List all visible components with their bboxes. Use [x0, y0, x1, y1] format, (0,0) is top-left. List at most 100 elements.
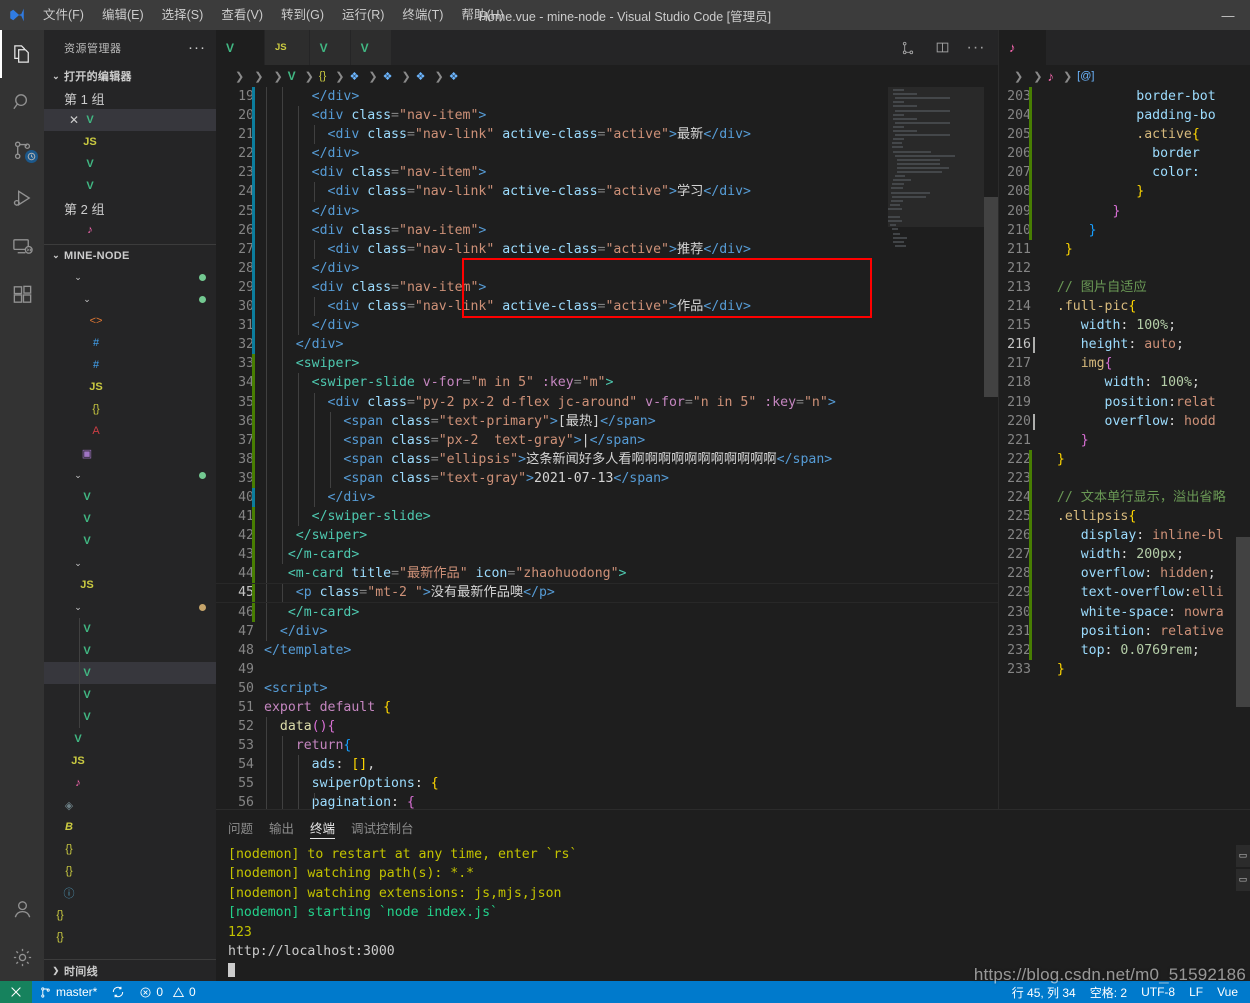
minimize-button[interactable]: —	[1206, 0, 1250, 30]
tree-folder[interactable]: ⌄	[44, 266, 216, 288]
minimap-group-1[interactable]	[888, 87, 984, 809]
tree-file[interactable]: ◈	[44, 794, 216, 816]
tree-file[interactable]: A	[44, 420, 216, 442]
settings-gear-icon[interactable]	[0, 933, 44, 981]
open-editor-item[interactable]: V	[44, 175, 216, 197]
tree-file[interactable]: V	[44, 508, 216, 530]
menu-item-4[interactable]: 转到(G)	[272, 0, 333, 30]
code-lines-2[interactable]: border-bot padding-bo .active{ border co…	[1029, 87, 1250, 809]
split-editor-icon[interactable]	[928, 30, 956, 65]
code-line[interactable]: overflow: hidden;	[1029, 564, 1250, 584]
tree-file[interactable]: #	[44, 354, 216, 376]
project-root-header[interactable]: ⌄ MINE-NODE	[44, 244, 216, 266]
code-line[interactable]: .active{	[1029, 125, 1250, 145]
eol-status[interactable]: LF	[1182, 981, 1210, 1003]
code-line[interactable]: .full-pic{	[1041, 297, 1250, 316]
breadcrumb-item[interactable]: V	[288, 69, 300, 83]
explorer-more-icon[interactable]: ···	[188, 40, 206, 55]
git-branch-status[interactable]: master*	[32, 981, 104, 1003]
terminal-output[interactable]: [nodemon] to restart at any time, enter …	[216, 845, 1250, 982]
code-line[interactable]: position:relat	[1041, 393, 1250, 412]
tree-file[interactable]: {}	[44, 926, 216, 948]
menu-item-0[interactable]: 文件(F)	[34, 0, 93, 30]
panel-tab[interactable]: 输出	[269, 810, 294, 845]
tree-file[interactable]: V	[44, 486, 216, 508]
menu-item-2[interactable]: 选择(S)	[153, 0, 213, 30]
code-line[interactable]: }	[1041, 240, 1250, 259]
editor-tab[interactable]: V	[350, 30, 392, 65]
open-changes-icon[interactable]	[894, 30, 922, 65]
breadcrumb-item[interactable]: ♪	[1047, 69, 1058, 84]
tree-file[interactable]: {}	[44, 860, 216, 882]
tree-file[interactable]: {}	[44, 904, 216, 926]
open-editor-item[interactable]: ♪	[44, 219, 216, 241]
breadcrumb-group-2[interactable]: ❯ ❯ ♪ ❯ [@]	[999, 65, 1250, 87]
tree-file[interactable]: V	[44, 684, 216, 706]
open-editors-group-2[interactable]: 第 2 组	[44, 197, 216, 219]
editor-tab[interactable]: V	[216, 30, 266, 65]
breadcrumb-item[interactable]: ❖	[349, 70, 363, 83]
code-line[interactable]	[1029, 468, 1250, 488]
tree-file[interactable]: JS	[44, 376, 216, 398]
tree-file[interactable]: #	[44, 332, 216, 354]
source-control-icon[interactable]	[0, 126, 44, 174]
search-icon[interactable]	[0, 78, 44, 126]
tree-file[interactable]: JS	[44, 750, 216, 772]
code-line[interactable]: padding-bo	[1029, 106, 1250, 126]
breadcrumb-item[interactable]: ❖	[416, 70, 430, 83]
open-editors-header[interactable]: ⌄ 打开的编辑器	[44, 65, 216, 87]
code-line[interactable]: img{	[1041, 354, 1250, 373]
panel-scrollbar[interactable]: ▭ ▭	[1236, 844, 1250, 891]
code-line[interactable]: }	[1041, 660, 1250, 679]
panel-tab[interactable]: 问题	[228, 810, 253, 845]
code-line[interactable]: top: 0.0769rem;	[1029, 640, 1250, 660]
editor-tab[interactable]: JS	[265, 30, 310, 65]
code-line[interactable]: width: 200px;	[1029, 545, 1250, 565]
code-line[interactable]: overflow: hodd	[1033, 412, 1250, 431]
code-line[interactable]: color:	[1029, 163, 1250, 183]
open-editor-item[interactable]: V	[44, 153, 216, 175]
timeline-header[interactable]: ❯ 时间线	[44, 959, 216, 981]
breadcrumb-item[interactable]: ❖	[449, 70, 463, 83]
code-line[interactable]: // 文本单行显示，溢出省略	[1029, 487, 1250, 508]
terminal-tab-2-icon[interactable]: ▭	[1236, 868, 1250, 891]
tree-folder[interactable]: ⌄	[44, 288, 216, 310]
breadcrumb-item[interactable]: {}	[319, 70, 330, 82]
remote-explorer-icon[interactable]	[0, 222, 44, 270]
tree-folder[interactable]: ⌄	[44, 464, 216, 486]
code-line[interactable]	[1041, 259, 1250, 278]
tree-file[interactable]: ♪	[44, 772, 216, 794]
tree-file[interactable]: V	[44, 662, 216, 684]
code-line[interactable]: }	[1029, 201, 1250, 221]
open-editors-group-1[interactable]: 第 1 组	[44, 87, 216, 109]
explorer-icon[interactable]	[0, 30, 44, 78]
tree-file[interactable]: B	[44, 816, 216, 838]
tree-file[interactable]: V	[44, 706, 216, 728]
editor-tab[interactable]: V	[309, 30, 351, 65]
code-line[interactable]: .ellipsis{	[1029, 507, 1250, 527]
sync-status[interactable]	[104, 981, 132, 1003]
menu-item-3[interactable]: 查看(V)	[212, 0, 272, 30]
panel-tab[interactable]: 终端	[310, 810, 336, 845]
accounts-icon[interactable]	[0, 885, 44, 933]
menu-item-1[interactable]: 编辑(E)	[93, 0, 153, 30]
tree-file[interactable]: JS	[44, 574, 216, 596]
code-editor-group-1[interactable]: 19 20 21 22 23 24 25 26 27 28 29 30 31 32 33 34 35 36 37 38…	[216, 87, 998, 809]
tree-file[interactable]: V	[44, 530, 216, 552]
code-line[interactable]: position: relative	[1029, 621, 1250, 641]
remote-connection-icon[interactable]	[0, 981, 32, 1003]
tree-file[interactable]: ▣	[44, 442, 216, 464]
breadcrumb-item[interactable]: [@]	[1077, 70, 1098, 82]
code-line[interactable]: display: inline-bl	[1029, 526, 1250, 546]
menu-item-6[interactable]: 终端(T)	[393, 0, 452, 30]
breadcrumb-item[interactable]: ❖	[383, 70, 397, 83]
run-debug-icon[interactable]	[0, 174, 44, 222]
close-icon[interactable]: ✕	[66, 113, 82, 127]
open-editor-item[interactable]: JS	[44, 131, 216, 153]
menu-item-7[interactable]: 帮助(H)	[452, 0, 512, 30]
tree-folder[interactable]: ⌄	[44, 552, 216, 574]
vertical-scrollbar-group-1[interactable]	[984, 87, 998, 809]
vertical-scrollbar-group-2[interactable]	[1236, 87, 1250, 809]
code-line[interactable]: width: 100%;	[1041, 373, 1250, 392]
indentation-status[interactable]: 空格: 2	[1083, 981, 1134, 1003]
